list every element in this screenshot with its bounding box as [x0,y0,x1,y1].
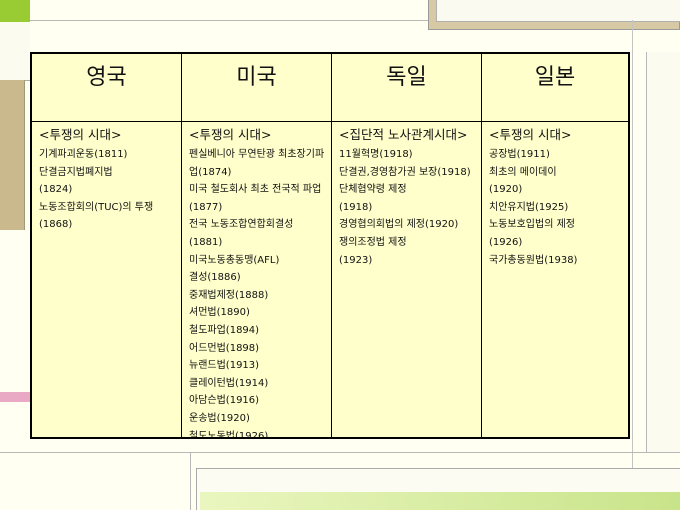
labor-history-table: 영국 미국 독일 일본 <투쟁의 시대> 기계파괴운동(1811) 단결금지법폐… [30,52,630,439]
event-item: 아담슨법(1916) [189,395,260,407]
era-heading: <투쟁의 시대> [39,127,122,142]
event-item: (1918) [339,201,373,213]
event-item: 11월혁명(1918) [339,149,413,160]
event-item: 클레이턴법(1914) [189,377,269,389]
event-item: 공장법(1911) [489,149,550,160]
event-item: 뉴랜드법(1913) [189,360,260,372]
left-cream-block [0,22,30,81]
right-decor-line [632,20,633,510]
event-item: 쟁의조정법 제정 [339,236,407,248]
column-header-uk: 영국 [32,54,182,122]
event-item: 전국 노동조합연합회결성(1881) [189,219,294,248]
event-item: 철도노동법(1926) [189,430,269,438]
event-item: 미국 철도회사 최초 전국적 파업(1877) [189,184,322,213]
event-item: (1824) [39,184,73,196]
event-item: 단체협약령 제정 [339,184,407,196]
event-item: 철도파업(1894) [189,324,260,336]
event-item: 단결권,경영참가권 보장(1918) [339,166,471,178]
event-item: 중재법제정(1888) [189,289,269,301]
event-item: 단결금지법폐지법 [39,166,113,178]
bottom-decor-vline [190,452,191,510]
era-heading: <투쟁의 시대> [489,127,572,142]
event-item: (1920) [489,184,523,196]
era-heading: <투쟁의 시대> [189,127,272,142]
left-tan-block [0,80,25,230]
event-item: 운송법(1920) [189,412,250,424]
top-right-cream-block [436,0,680,22]
event-item: 노동보호입법의 제정 [489,219,575,231]
column-body-usa: <투쟁의 시대> 펜실베니아 무연탄광 최초장기파업(1874) 미국 철도회사… [182,122,332,437]
event-item: 국가총동원법(1938) [489,254,578,266]
bottom-green-gradient [200,492,680,510]
left-pink-strip [0,392,30,402]
event-item: 셔먼법(1890) [189,307,250,319]
right-cream-block [646,52,680,452]
column-body-japan: <투쟁의 시대> 공장법(1911) 최초의 메이데이 (1920) 치안유지법… [482,122,628,437]
event-item: 노동조합회의(TUC)의 투쟁(1868) [39,201,154,231]
event-item: 펜실베니아 무연탄광 최초장기파업(1874) [189,149,325,178]
event-item: 기계파괴운동(1811) [39,149,128,160]
event-item: 어드먼법(1898) [189,342,260,354]
event-item: (1926) [489,236,523,248]
event-item: 결성(1886) [189,272,241,284]
bottom-decor-line [0,452,680,453]
column-body-uk: <투쟁의 시대> 기계파괴운동(1811) 단결금지법폐지법 (1824) 노동… [32,122,182,437]
event-item: 최초의 메이데이 [489,166,557,178]
green-corner-block [0,0,30,22]
column-header-japan: 일본 [482,54,628,122]
event-item: 미국노동총동맹(AFL) [189,254,280,266]
column-header-usa: 미국 [182,54,332,122]
event-item: 경영협의회법의 제정(1920) [339,219,459,231]
event-item: (1923) [339,254,373,266]
event-item: 치안유지법(1925) [489,201,569,213]
era-heading: <집단적 노사관계시대> [339,127,468,142]
column-header-germany: 독일 [332,54,482,122]
column-body-germany: <집단적 노사관계시대> 11월혁명(1918) 단결권,경영참가권 보장(19… [332,122,482,437]
